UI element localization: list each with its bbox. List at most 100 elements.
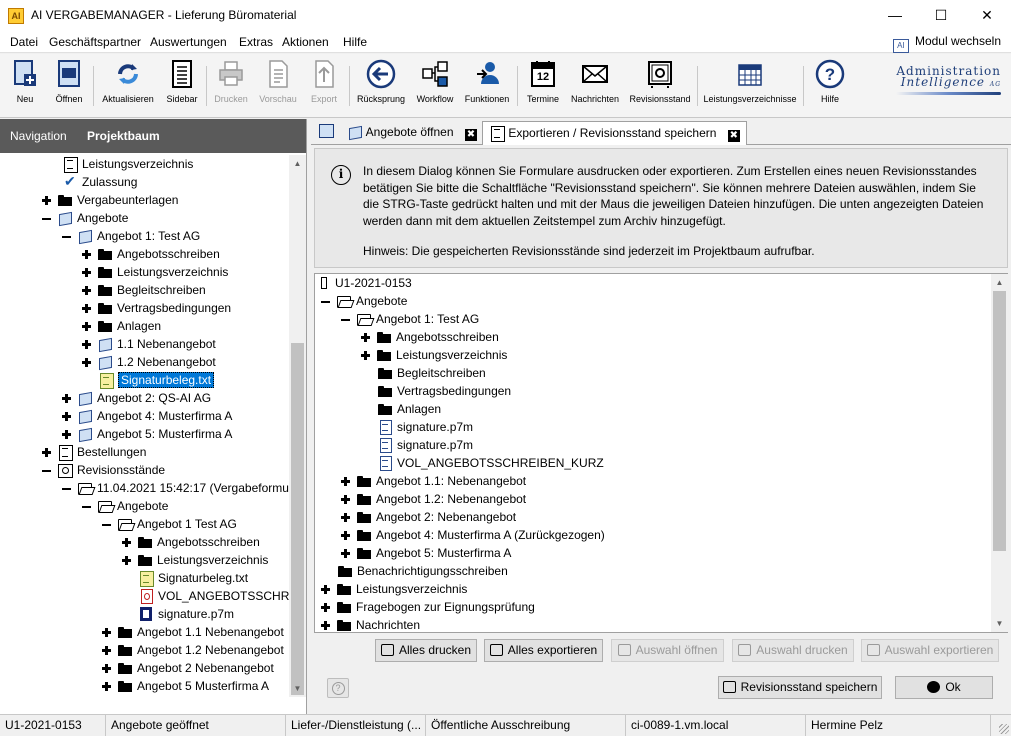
- tab-list-icon[interactable]: [319, 124, 334, 138]
- close-tab-icon[interactable]: ✖: [464, 129, 477, 141]
- expand-icon[interactable]: [82, 268, 91, 277]
- tree-item[interactable]: Leistungsverzeichnis: [122, 551, 268, 569]
- tree-item[interactable]: Bestellungen: [42, 443, 146, 461]
- expand-icon[interactable]: [102, 646, 111, 655]
- menu-hilfe[interactable]: Hilfe: [343, 35, 367, 49]
- export-tree-item[interactable]: Angebot 1.1: Nebenangebot: [341, 472, 526, 490]
- export-tree-item[interactable]: VOL_ANGEBOTSSCHREIBEN_KURZ: [377, 454, 604, 472]
- expand-icon[interactable]: [122, 538, 131, 547]
- expand-icon[interactable]: [82, 286, 91, 295]
- collapse-icon[interactable]: [62, 232, 71, 241]
- scroll-up-icon[interactable]: ▲: [991, 274, 1008, 291]
- functions-button[interactable]: Funktionen: [462, 58, 512, 104]
- menu-auswertungen[interactable]: Auswertungen: [150, 35, 227, 49]
- dialog-help-button[interactable]: ?: [327, 678, 349, 698]
- tree-item[interactable]: Begleitschreiben: [82, 281, 206, 299]
- tree-item[interactable]: Angebot 2: QS-AI AG: [62, 389, 211, 407]
- tree-item[interactable]: Vergabeunterlagen: [42, 191, 178, 209]
- export-tree-item[interactable]: Angebotsschreiben: [361, 328, 499, 346]
- preview-button[interactable]: Vorschau: [256, 58, 300, 104]
- expand-icon[interactable]: [82, 250, 91, 259]
- project-tree-scrollbar[interactable]: ▲ ▼: [289, 155, 306, 697]
- expand-icon[interactable]: [42, 196, 51, 205]
- export-tree-item[interactable]: Angebot 4: Musterfirma A (Zurückgezogen): [341, 526, 605, 544]
- close-tab-icon[interactable]: ✖: [727, 130, 740, 142]
- menu-datei[interactable]: Datei: [10, 35, 38, 49]
- tree-item[interactable]: Anlagen: [82, 317, 161, 335]
- tree-item[interactable]: Angebotsschreiben: [82, 245, 220, 263]
- tree-item[interactable]: Leistungsverzeichnis: [82, 263, 228, 281]
- export-tree-item[interactable]: Angebot 1: Test AG: [341, 310, 479, 328]
- print-selection-button[interactable]: Auswahl drucken: [732, 639, 854, 662]
- export-tree-item[interactable]: Benachrichtigungsschreiben: [337, 562, 508, 580]
- tree-item[interactable]: signature.p7m: [138, 605, 234, 623]
- export-tree-item[interactable]: Angebot 1.2: Nebenangebot: [341, 490, 526, 508]
- tree-item[interactable]: Angebot 1: Test AG: [62, 227, 200, 245]
- collapse-icon[interactable]: [42, 466, 51, 475]
- scroll-down-icon[interactable]: ▼: [991, 615, 1008, 632]
- expand-icon[interactable]: [341, 495, 350, 504]
- expand-icon[interactable]: [122, 556, 131, 565]
- collapse-icon[interactable]: [341, 315, 350, 324]
- tab-angebote-oeffnen[interactable]: Angebote öffnen ✖: [341, 121, 483, 144]
- print-all-button[interactable]: Alles drucken: [375, 639, 477, 662]
- close-window-button[interactable]: ✕: [964, 0, 1010, 31]
- expand-icon[interactable]: [102, 628, 111, 637]
- tree-item[interactable]: Signaturbeleg.txt: [98, 371, 215, 389]
- export-button[interactable]: Export: [304, 58, 344, 104]
- maximize-button[interactable]: ☐: [918, 0, 964, 31]
- back-button[interactable]: Rücksprung: [355, 58, 407, 104]
- modul-wechseln-button[interactable]: AI Modul wechseln: [892, 34, 1001, 53]
- tree-item[interactable]: Revisionsstände: [42, 461, 165, 479]
- export-tree-item[interactable]: signature.p7m: [377, 436, 473, 454]
- minimize-button[interactable]: —: [872, 0, 918, 31]
- export-all-button[interactable]: Alles exportieren: [484, 639, 603, 662]
- tree-item[interactable]: Angebot 1 Test AG: [102, 515, 237, 533]
- tree-item[interactable]: Angebot 2 Nebenangebot: [102, 659, 274, 677]
- scrollbar-thumb[interactable]: [993, 291, 1006, 551]
- export-tree-item[interactable]: Angebot 2: Nebenangebot: [341, 508, 516, 526]
- tree-item[interactable]: Signaturbeleg.txt: [138, 569, 248, 587]
- save-revision-button[interactable]: Revisionsstand speichern: [718, 676, 882, 699]
- messages-button[interactable]: Nachrichten: [568, 58, 622, 104]
- expand-icon[interactable]: [82, 322, 91, 331]
- tree-item[interactable]: Angebot 5: Musterfirma A: [62, 425, 232, 443]
- resize-grip[interactable]: [999, 724, 1009, 734]
- scroll-down-icon[interactable]: ▼: [289, 680, 306, 697]
- tab-projektbaum[interactable]: Projektbaum: [87, 129, 160, 143]
- expand-icon[interactable]: [102, 682, 111, 691]
- collapse-icon[interactable]: [321, 297, 330, 306]
- tree-item[interactable]: Angebot 1.2 Nebenangebot: [102, 641, 284, 659]
- export-tree-item[interactable]: Nachrichten: [321, 616, 420, 632]
- open-selection-button[interactable]: Auswahl öffnen: [611, 639, 724, 662]
- leistungsverzeichnisse-button[interactable]: Leistungsverzeichnisse: [702, 58, 798, 104]
- tab-navigation[interactable]: Navigation: [10, 129, 67, 143]
- expand-icon[interactable]: [82, 358, 91, 367]
- tree-item[interactable]: Leistungsverzeichnis: [62, 155, 193, 173]
- tree-item[interactable]: VOL_ANGEBOTSSCHREI: [138, 587, 290, 605]
- expand-icon[interactable]: [321, 603, 330, 612]
- expand-icon[interactable]: [361, 333, 370, 342]
- export-tree-item[interactable]: signature.p7m: [377, 418, 473, 436]
- export-tree-item[interactable]: Vertragsbedingungen: [377, 382, 511, 400]
- tree-item[interactable]: Angebote: [82, 497, 168, 515]
- expand-icon[interactable]: [341, 531, 350, 540]
- expand-icon[interactable]: [42, 448, 51, 457]
- ok-button[interactable]: Ok: [895, 676, 993, 699]
- tree-item[interactable]: Vertragsbedingungen: [82, 299, 231, 317]
- export-tree-item[interactable]: Fragebogen zur Eignungsprüfung: [321, 598, 535, 616]
- tree-item[interactable]: Angebot 4: Musterfirma A: [62, 407, 232, 425]
- expand-icon[interactable]: [321, 585, 330, 594]
- revision-button[interactable]: Revisionsstand: [628, 58, 692, 104]
- expand-icon[interactable]: [82, 304, 91, 313]
- help-button[interactable]: ? Hilfe: [810, 58, 850, 104]
- expand-icon[interactable]: [341, 549, 350, 558]
- refresh-button[interactable]: Aktualisieren: [98, 58, 158, 104]
- export-tree-item[interactable]: Leistungsverzeichnis: [321, 580, 467, 598]
- expand-icon[interactable]: [62, 394, 71, 403]
- expand-icon[interactable]: [361, 351, 370, 360]
- collapse-icon[interactable]: [102, 520, 111, 529]
- expand-icon[interactable]: [321, 621, 330, 630]
- collapse-icon[interactable]: [62, 484, 71, 493]
- print-button[interactable]: Drucken: [211, 58, 251, 104]
